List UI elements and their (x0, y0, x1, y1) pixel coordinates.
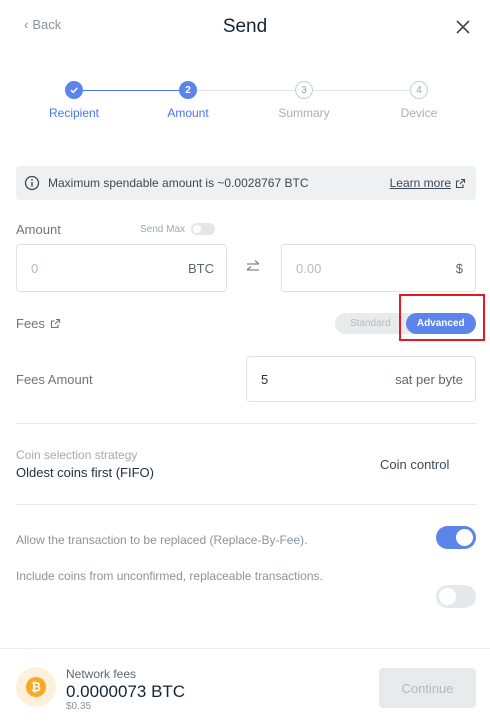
external-link-icon (455, 178, 466, 188)
step-recipient-circle[interactable] (65, 81, 83, 99)
fiat-unit-label: $ (455, 260, 463, 276)
fees-amount-input[interactable]: 5 sat per byte (246, 356, 476, 402)
footer-divider (0, 648, 490, 649)
info-banner: Maximum spendable amount is ~0.0028767 B… (16, 166, 476, 200)
step-label-summary: Summary (278, 106, 330, 120)
network-fees-value: 0.0000073 BTC (66, 682, 186, 701)
check-icon (70, 87, 78, 94)
send-max-toggle[interactable] (191, 223, 216, 235)
rbf-toggle[interactable] (436, 526, 476, 549)
send-max-control[interactable]: Send Max (140, 223, 216, 235)
learn-more-link[interactable]: Learn more (390, 176, 466, 190)
swap-arrows-icon[interactable] (244, 258, 262, 276)
fees-label: Fees (16, 316, 45, 331)
network-fees-label: Network fees (66, 667, 137, 681)
stepper-connector (83, 90, 182, 91)
max-spendable-message: Maximum spendable amount is ~0.0028767 B… (48, 176, 309, 190)
divider (16, 504, 476, 505)
step-label-amount[interactable]: Amount (143, 106, 233, 120)
bitcoin-symbol: ₿ (26, 677, 46, 697)
step-label-device: Device (400, 106, 438, 120)
crypto-amount-value: 0 (31, 260, 39, 276)
crypto-unit-label: BTC (188, 260, 214, 276)
fees-amount-unit: sat per byte (395, 371, 463, 387)
continue-button[interactable]: Continue (379, 668, 476, 708)
fee-mode-standard[interactable]: Standard (335, 313, 406, 334)
coin-control-button[interactable]: Coin control (380, 457, 449, 472)
rbf-option-label: Allow the transaction to be replaced (Re… (16, 533, 308, 547)
bitcoin-icon: ₿ (16, 667, 56, 707)
amount-label: Amount (16, 222, 61, 237)
coin-selection-value: Oldest coins first (FIFO) (16, 465, 154, 480)
divider (16, 423, 476, 424)
stepper-connector (311, 90, 411, 91)
fiat-amount-input[interactable]: 0.00 $ (281, 244, 476, 292)
fees-heading: Fees (16, 316, 61, 331)
coin-selection-title: Coin selection strategy (16, 448, 138, 462)
fiat-amount-value: 0.00 (296, 260, 322, 276)
close-icon[interactable] (454, 18, 472, 36)
external-link-icon[interactable] (50, 318, 61, 329)
unconfirmed-coins-option-label: Include coins from unconfirmed, replacea… (16, 569, 323, 583)
crypto-amount-input[interactable]: 0 BTC (16, 244, 227, 292)
send-max-label: Send Max (140, 223, 186, 235)
highlight-box (399, 294, 485, 341)
step-summary-circle: 3 (295, 81, 313, 99)
fees-amount-label: Fees Amount (16, 372, 93, 387)
step-label-recipient[interactable]: Recipient (29, 106, 119, 120)
learn-more-label: Learn more (389, 176, 451, 190)
step-amount-circle[interactable]: 2 (179, 81, 197, 99)
fees-amount-value: 5 (261, 371, 269, 387)
stepper-connector (196, 90, 297, 91)
unconfirmed-coins-toggle[interactable] (436, 585, 476, 608)
page-title: Send (222, 16, 268, 37)
info-icon (24, 175, 40, 191)
network-fees-fiat: $0.35 (66, 701, 92, 712)
step-device-circle: 4 (410, 81, 428, 99)
